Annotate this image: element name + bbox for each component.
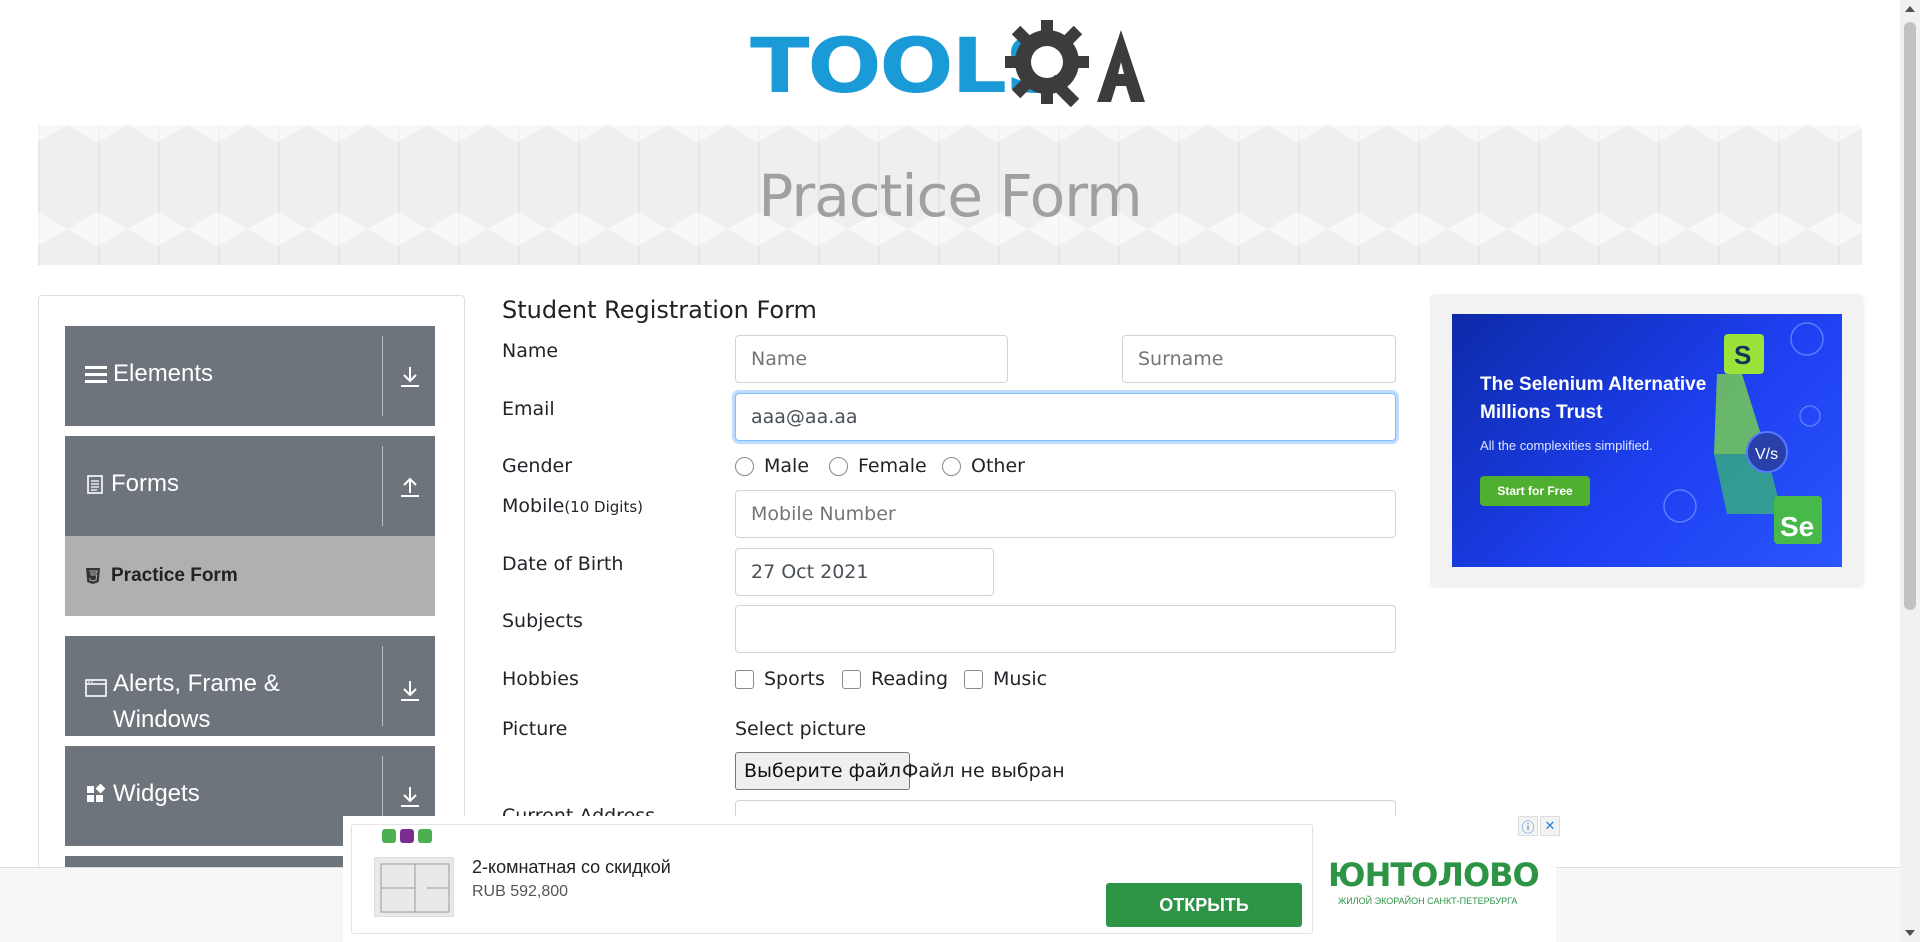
sidebar-group-alerts[interactable]: Alerts, Frame & Windows xyxy=(65,636,435,736)
ad-price: RUB 592,800 xyxy=(472,883,569,900)
last-name-input[interactable] xyxy=(1122,335,1396,383)
hobbies-label: Hobbies xyxy=(502,668,579,690)
ad-brand-logo[interactable]: ЮНТОЛОВО xyxy=(1328,856,1540,894)
email-label: Email xyxy=(502,398,555,420)
page-scrollbar[interactable] xyxy=(1900,0,1920,942)
gender-female-radio[interactable]: Female xyxy=(829,455,927,477)
mobile-input[interactable] xyxy=(735,490,1396,538)
ad-subtext: All the complexities simplified. xyxy=(1480,438,1653,453)
ad-headline: The Selenium Alternative Millions Trust xyxy=(1480,374,1707,423)
svg-text:S: S xyxy=(1734,340,1751,370)
date-of-birth-input[interactable] xyxy=(735,548,994,596)
hobby-option-label: Sports xyxy=(764,668,825,690)
sidebar-group-forms[interactable]: Forms xyxy=(65,436,435,536)
advertisement-bottom[interactable]: ⓘ ✕ 2-комнатная со скидкой RUB 592,800 О… xyxy=(343,816,1560,942)
form-title: Student Registration Form xyxy=(502,296,817,324)
sidebar-group-label: Alerts, Frame & Windows xyxy=(113,670,280,733)
apartment-plan-image xyxy=(374,857,454,917)
ad-card[interactable]: 2-комнатная со скидкой RUB 592,800 ОТКРЫ… xyxy=(351,824,1313,934)
name-label: Name xyxy=(502,340,559,362)
subjects-label: Subjects xyxy=(502,610,583,632)
hobby-music-checkbox[interactable]: Music xyxy=(964,668,1047,690)
ad-brand-subtitle: ЖИЛОЙ ЭКОРАЙОН САНКТ-ПЕТЕРБУРГА xyxy=(1338,896,1518,906)
svg-text:Se: Se xyxy=(1780,511,1814,542)
sidebar-group-label: Forms xyxy=(111,470,179,497)
gender-option-label: Female xyxy=(858,455,927,477)
window-icon xyxy=(85,679,107,697)
sidebar-item-practice-form[interactable]: Practice Form xyxy=(65,536,435,616)
gear-qa-logo-icon xyxy=(1005,20,1145,108)
collapse-up-icon[interactable] xyxy=(397,474,423,500)
ad-start-button[interactable]: Start for Free xyxy=(1480,476,1590,506)
page-title: Practice Form xyxy=(758,162,1142,230)
scroll-up-icon[interactable] xyxy=(1905,6,1915,12)
sidebar-item-label: Practice Form xyxy=(111,565,238,586)
expand-down-icon[interactable] xyxy=(397,678,423,704)
scrollbar-thumb[interactable] xyxy=(1904,22,1916,610)
svg-text:V/s: V/s xyxy=(1755,446,1778,463)
ad-close-icon[interactable]: ✕ xyxy=(1540,816,1560,836)
gender-other-radio[interactable]: Other xyxy=(942,455,1025,477)
mobile-label: Mobile(10 Digits) xyxy=(502,495,643,517)
expand-down-icon[interactable] xyxy=(397,784,423,810)
sidebar-group-elements[interactable]: Elements xyxy=(65,326,435,426)
file-status: Файл не выбран xyxy=(902,760,1065,782)
first-name-input[interactable] xyxy=(735,335,1008,383)
ad-controls: ⓘ ✕ xyxy=(1518,816,1560,836)
ad-tags xyxy=(382,829,432,843)
ad-info-icon[interactable]: ⓘ xyxy=(1518,816,1538,836)
html5-icon xyxy=(86,568,100,584)
hobby-option-label: Music xyxy=(993,668,1048,690)
email-input[interactable] xyxy=(735,393,1396,441)
toolsqa-logo[interactable]: TOOLS xyxy=(750,18,1155,114)
document-icon xyxy=(87,475,103,494)
picture-label: Picture xyxy=(502,718,568,740)
expand-down-icon[interactable] xyxy=(397,364,423,390)
widgets-icon xyxy=(87,784,106,802)
ad-banner[interactable]: S V/s Se The Selenium Alternative Millio… xyxy=(1452,314,1842,567)
gender-label: Gender xyxy=(502,455,573,477)
ad-open-button[interactable]: ОТКРЫТЬ xyxy=(1106,883,1302,927)
hamburger-icon xyxy=(85,366,107,383)
mobile-hint: (10 Digits) xyxy=(564,498,643,516)
ad-title[interactable]: 2-комнатная со скидкой xyxy=(472,857,671,878)
gender-male-radio[interactable]: Male xyxy=(735,455,809,477)
hobby-reading-checkbox[interactable]: Reading xyxy=(842,668,948,690)
hobby-sports-checkbox[interactable]: Sports xyxy=(735,668,825,690)
subjects-input[interactable] xyxy=(735,605,1396,653)
sidebar-group-label: Elements xyxy=(113,360,214,387)
hobby-option-label: Reading xyxy=(871,668,949,690)
picture-hint: Select picture xyxy=(735,718,867,740)
scroll-down-icon[interactable] xyxy=(1905,930,1915,936)
gender-option-label: Other xyxy=(971,455,1025,477)
choose-file-button[interactable]: Выберите файл xyxy=(735,752,911,790)
advertisement-right[interactable]: S V/s Se The Selenium Alternative Millio… xyxy=(1432,296,1862,586)
gender-option-label: Male xyxy=(764,455,810,477)
page-banner: Practice Form xyxy=(38,125,1862,265)
dob-label: Date of Birth xyxy=(502,553,624,575)
sidebar-group-label: Widgets xyxy=(113,780,200,807)
